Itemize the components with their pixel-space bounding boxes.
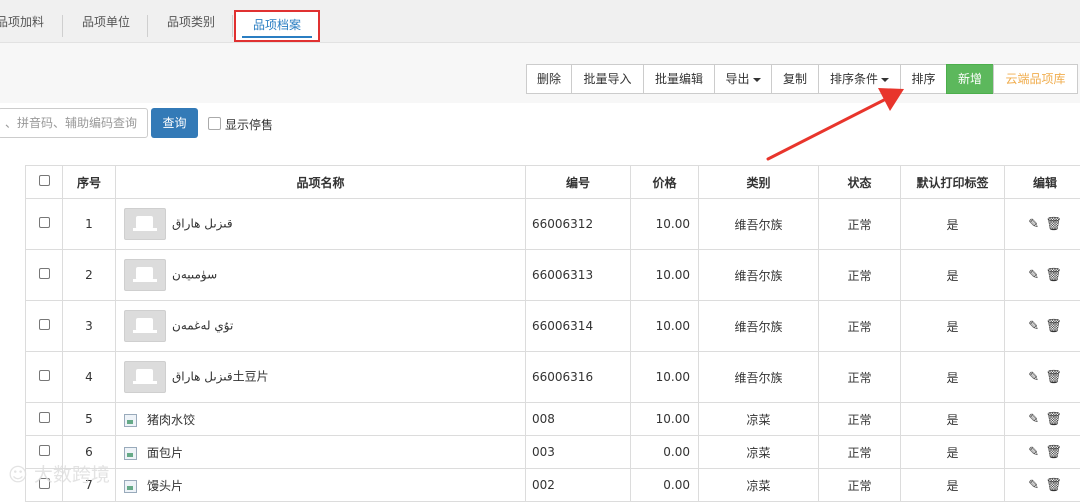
annotation-arrow — [0, 0, 1080, 492]
watermark-text: 大数跨境 — [34, 464, 110, 486]
watermark: ☺ 大数跨境 — [8, 460, 110, 487]
